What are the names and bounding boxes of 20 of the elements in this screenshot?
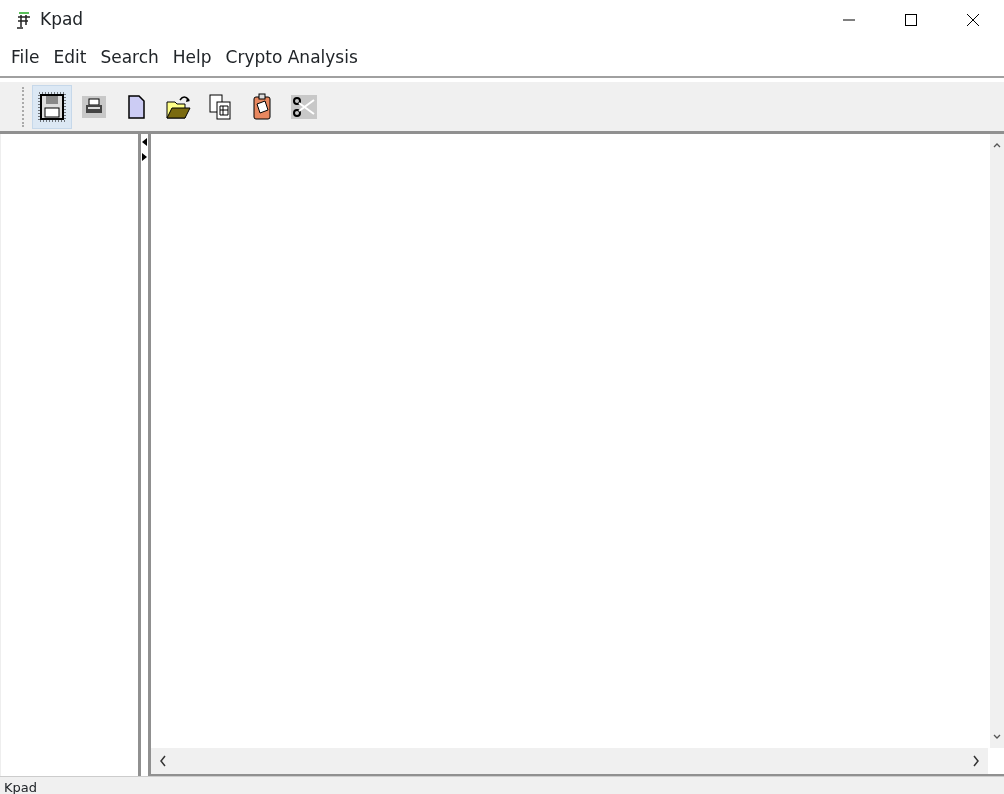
menu-item[interactable]: Help (165, 45, 219, 71)
status-text: Kpad (4, 778, 37, 794)
horizontal-scrollbar[interactable] (151, 748, 988, 774)
menu-item[interactable]: File (4, 45, 47, 71)
scroll-down-icon[interactable] (993, 734, 1001, 740)
save-icon (38, 91, 66, 122)
menu-item[interactable]: Search (93, 45, 166, 71)
scroll-left-icon[interactable] (159, 755, 167, 767)
toolbar-button[interactable] (33, 85, 71, 128)
scroll-right-icon[interactable] (972, 755, 980, 767)
maximize-icon (904, 13, 918, 27)
close-icon (966, 13, 980, 27)
splitter-arrows-icon[interactable] (142, 138, 147, 162)
scroll-up-icon[interactable] (993, 142, 1001, 148)
window-title: Kpad (40, 8, 84, 32)
menu-item[interactable]: Crypto Analysis (218, 45, 365, 71)
menu-item[interactable]: Edit (46, 45, 94, 71)
app-icon (16, 11, 32, 29)
copy-icon (206, 91, 234, 122)
vertical-scrollbar[interactable] (990, 134, 1004, 748)
